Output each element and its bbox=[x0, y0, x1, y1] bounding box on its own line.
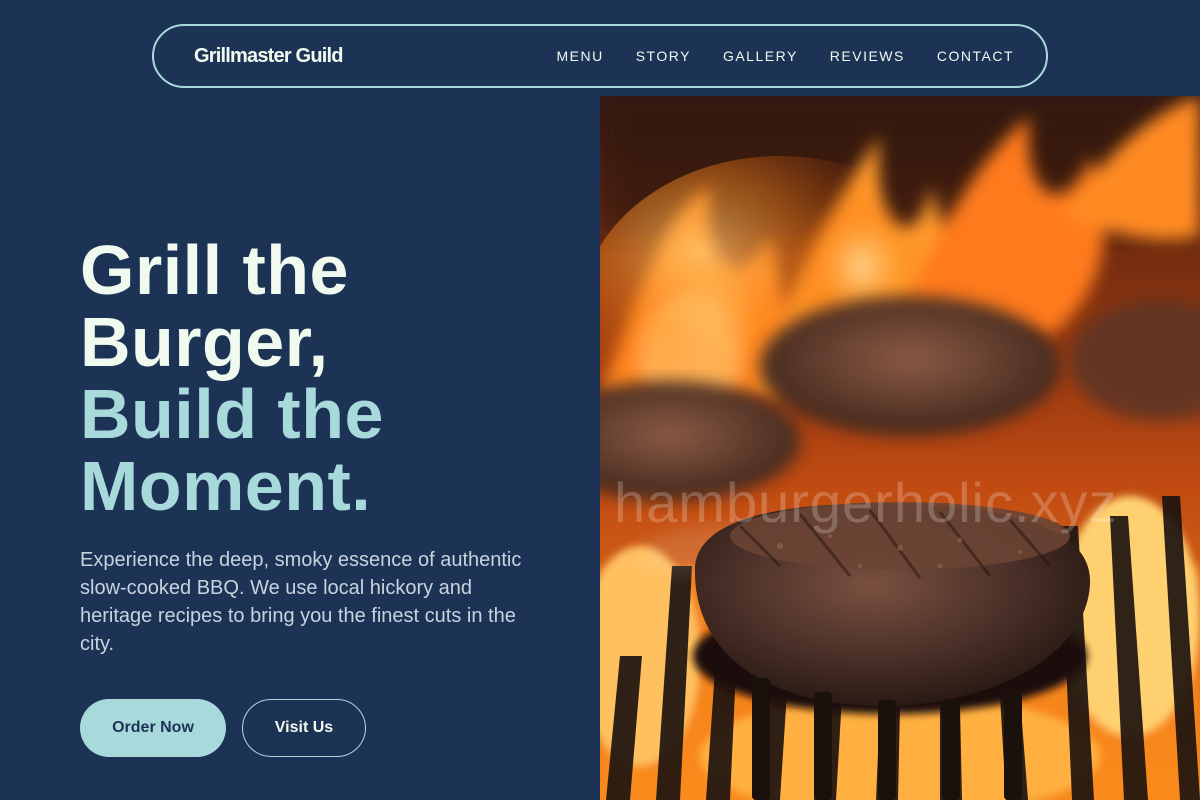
nav-links: MENU STORY GALLERY REVIEWS CONTACT bbox=[556, 48, 1014, 64]
headline-line-4: Moment. bbox=[80, 447, 372, 525]
nav-link-gallery[interactable]: GALLERY bbox=[723, 48, 798, 64]
nav-link-menu[interactable]: MENU bbox=[556, 48, 603, 64]
grill-burger-illustration bbox=[600, 96, 1200, 800]
visit-us-button[interactable]: Visit Us bbox=[242, 699, 366, 757]
order-now-button[interactable]: Order Now bbox=[80, 699, 226, 757]
nav-link-story[interactable]: STORY bbox=[636, 48, 691, 64]
hero-actions: Order Now Visit Us bbox=[80, 699, 366, 757]
nav-link-contact[interactable]: CONTACT bbox=[937, 48, 1014, 64]
grill-burger-image: hamburgerholic.xyz bbox=[600, 96, 1200, 800]
hero-description: Experience the deep, smoky essence of au… bbox=[80, 549, 522, 655]
headline-line-3: Build the bbox=[80, 375, 384, 453]
hero-headline: Grill the Burger, Build the Moment. bbox=[80, 234, 550, 522]
brand-logo[interactable]: Grillmaster Guild bbox=[194, 45, 343, 68]
headline-line-2: Burger, bbox=[80, 303, 329, 381]
nav-link-reviews[interactable]: REVIEWS bbox=[830, 48, 905, 64]
top-navigation: Grillmaster Guild MENU STORY GALLERY REV… bbox=[152, 24, 1048, 88]
hero-text: Grill the Burger, Build the Moment. Expe… bbox=[80, 234, 550, 658]
image-watermark: hamburgerholic.xyz bbox=[614, 471, 1118, 534]
headline-line-1: Grill the bbox=[80, 231, 349, 309]
